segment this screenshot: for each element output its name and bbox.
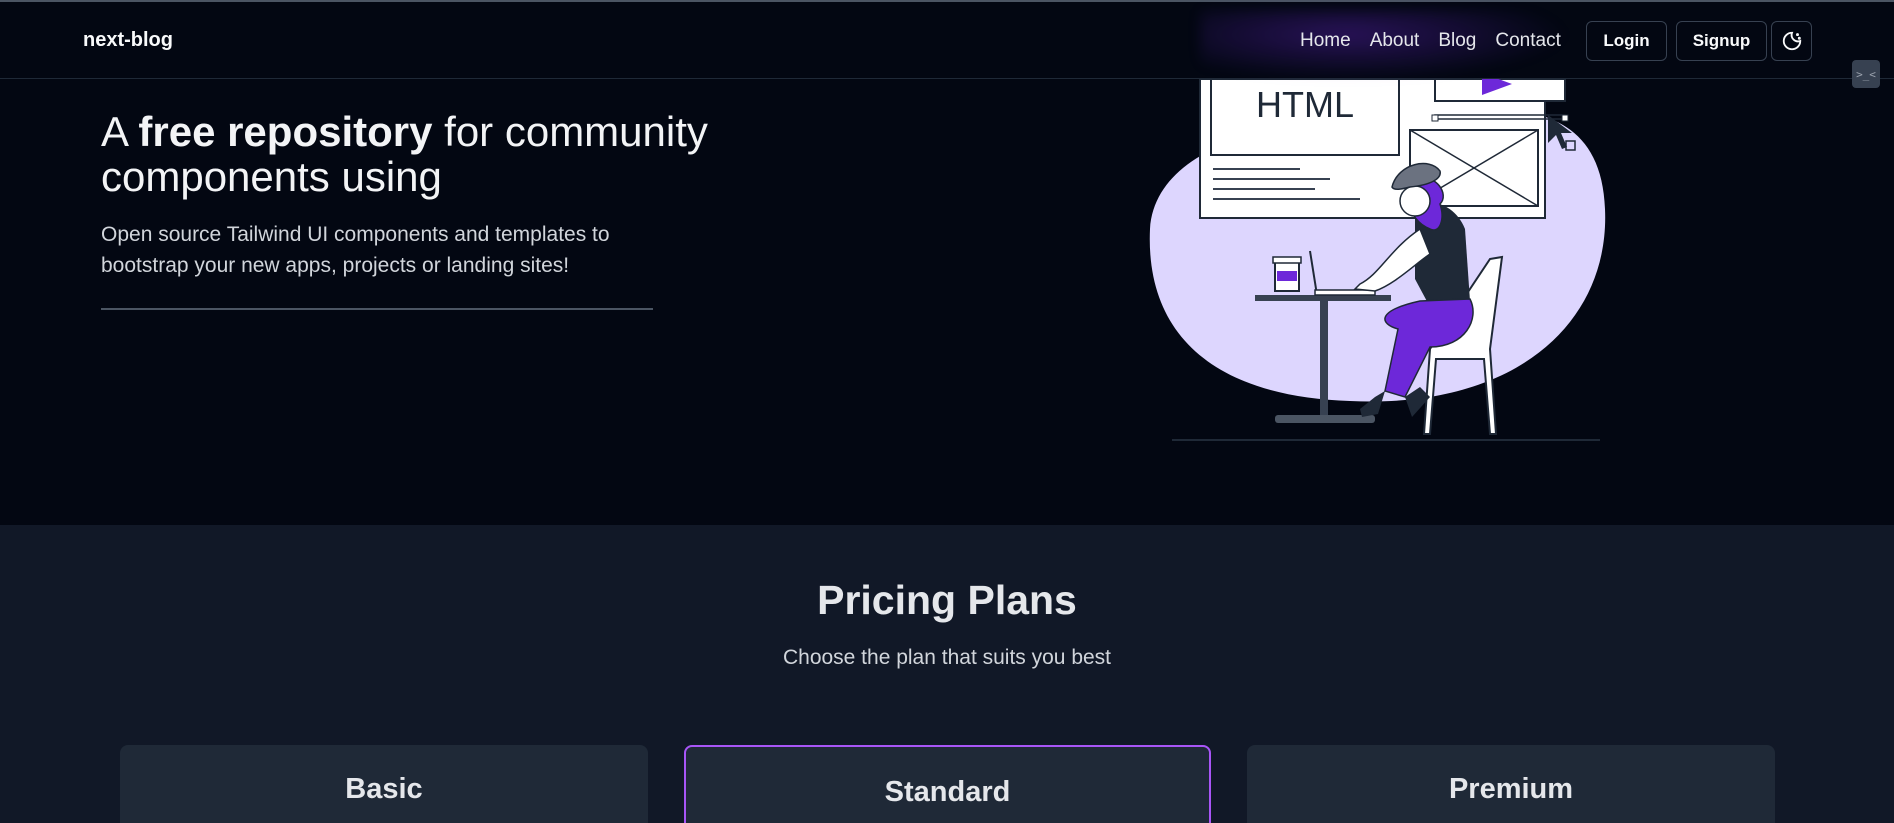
hero-description: Open source Tailwind UI components and t… [101,223,610,277]
hero-title: A free repository for community componen… [101,108,708,200]
plan-name: Standard [884,776,1011,808]
plan-card-basic[interactable]: Basic [120,745,648,823]
signup-button[interactable]: Signup [1676,21,1767,61]
login-button[interactable]: Login [1586,21,1667,61]
brand-logo[interactable]: next-blog [83,29,173,52]
nav-link-about[interactable]: About [1370,30,1420,52]
illustration-table-top [1255,295,1391,301]
theme-toggle-button[interactable] [1771,21,1812,61]
hero-illustration: HTML [1149,79,1606,441]
site-header: next-blog Home About Blog Contact Login … [0,2,1894,80]
pricing-section: Pricing Plans Choose the plan that suits… [0,525,1894,823]
plan-card-premium[interactable]: Premium [1247,745,1775,823]
hero-divider [101,308,653,310]
extension-tab-icon[interactable]: >_< [1852,60,1880,88]
pricing-subtitle: Choose the plan that suits you best [782,646,1112,669]
nav-link-home[interactable]: Home [1300,30,1351,52]
illustration-html-label: HTML [1256,84,1354,125]
nav-link-blog[interactable]: Blog [1438,30,1476,52]
plan-name: Basic [345,773,423,805]
moon-icon [1782,31,1801,51]
illustration-person-face [1399,185,1431,217]
pricing-title: Pricing Plans [817,577,1077,623]
hero-section: A free repository for community componen… [0,79,1894,525]
main-nav: Home About Blog Contact [1300,30,1561,52]
nav-link-contact[interactable]: Contact [1495,30,1560,52]
plan-card-standard[interactable]: Standard [684,745,1211,823]
plan-name: Premium [1448,773,1574,805]
